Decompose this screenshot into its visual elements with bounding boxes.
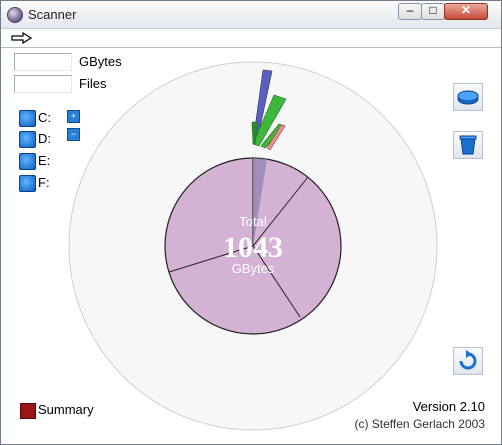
drive-label: E: [38, 153, 51, 168]
app-icon [7, 7, 23, 23]
summary-checkbox[interactable] [20, 403, 36, 419]
title-bar: Scanner – □ ✕ [1, 1, 501, 29]
minimize-button[interactable]: – [398, 3, 422, 20]
gbytes-field [14, 53, 72, 71]
drive-scan-button[interactable] [19, 175, 36, 192]
window-title: Scanner [28, 7, 77, 22]
drive-label: C: [38, 110, 51, 125]
drive-label: F: [38, 175, 50, 190]
drive-label: D: [38, 131, 51, 146]
trash-icon [459, 135, 477, 155]
refresh-icon [459, 350, 477, 370]
arrow-right-icon[interactable] [11, 32, 33, 44]
close-button[interactable]: ✕ [444, 3, 488, 20]
files-field [14, 75, 72, 93]
refresh-tool-button[interactable] [453, 347, 483, 375]
scanner-window: Scanner – □ ✕ GBytes Files C: + D: − E: … [0, 0, 502, 445]
drive-scan-button[interactable] [19, 110, 36, 127]
total-label: Total [239, 214, 267, 229]
toolbar-strip [1, 29, 501, 48]
version-label: Version 2.10 [412, 399, 485, 414]
close-icon: ✕ [460, 3, 472, 17]
maximize-icon: □ [429, 3, 437, 17]
disk-usage-chart[interactable]: Total 1043 GBytes [67, 60, 439, 432]
drive-scan-button[interactable] [19, 153, 36, 170]
summary-label: Summary [38, 402, 94, 417]
drive-scan-button[interactable] [19, 131, 36, 148]
minimize-icon: – [406, 3, 414, 17]
copyright-label: (c) Steffen Gerlach 2003 [354, 417, 485, 431]
drive-tool-button[interactable] [453, 83, 483, 111]
total-unit: GBytes [232, 261, 275, 276]
delete-tool-button[interactable] [453, 131, 483, 159]
total-value: 1043 [223, 231, 283, 264]
maximize-button[interactable]: □ [421, 3, 445, 20]
drive-icon [457, 90, 479, 105]
